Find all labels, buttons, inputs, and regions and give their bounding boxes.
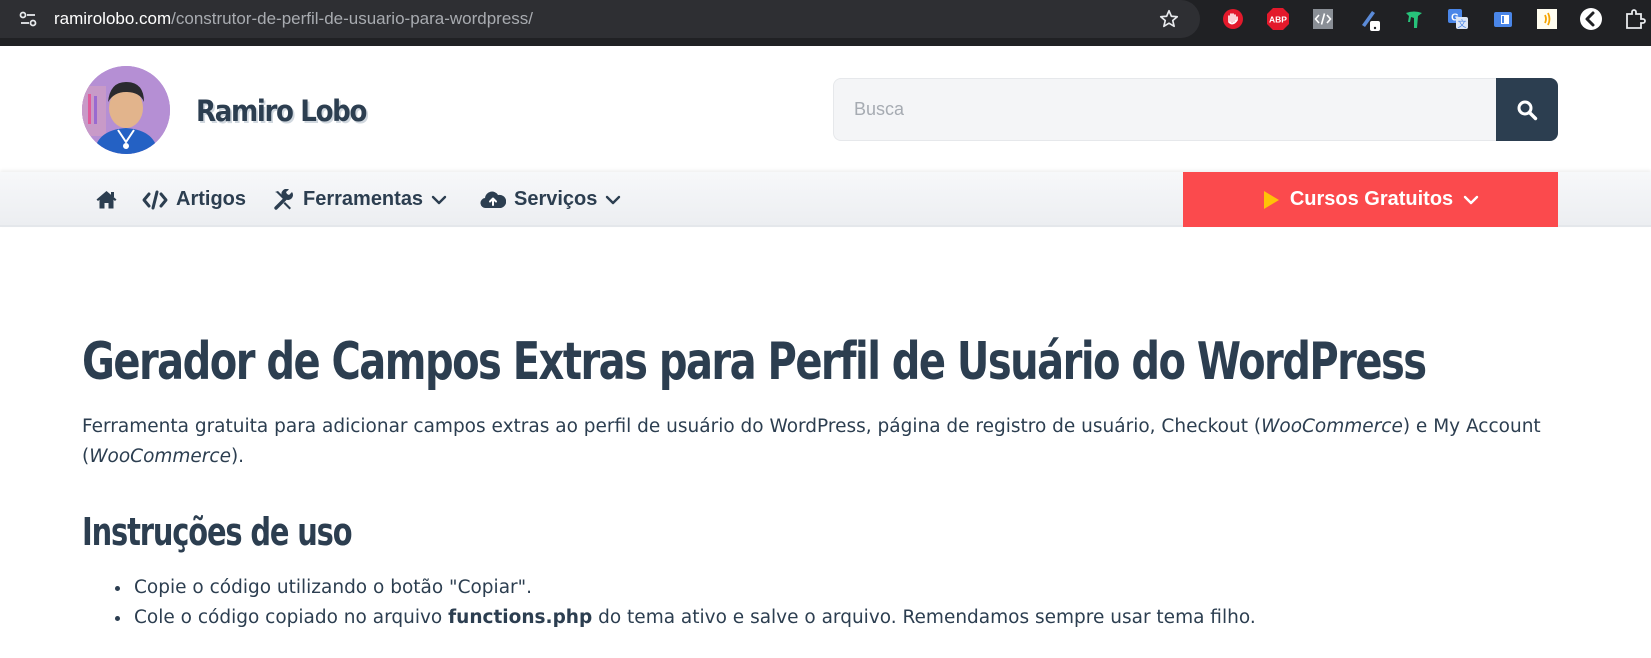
play-icon	[1263, 190, 1279, 209]
filename: functions.php	[448, 607, 593, 628]
nav-item-artigos[interactable]: Artigos	[142, 172, 246, 227]
browser-toolbar: ramirolobo.com/construtor-de-perfil-de-u…	[0, 0, 1651, 46]
cursos-gratuitos-button[interactable]: Cursos Gratuitos	[1183, 172, 1558, 227]
chevron-down-icon	[1463, 195, 1479, 204]
home-icon	[96, 191, 117, 209]
code-icon[interactable]	[1311, 7, 1335, 31]
cloud-upload-icon	[480, 191, 506, 208]
nav-item-label: Serviços	[514, 188, 598, 210]
step-text: do tema ativo e salve o arquivo. Remenda…	[592, 607, 1256, 628]
svg-text:文: 文	[1457, 18, 1466, 30]
site-info-icon[interactable]	[18, 9, 38, 29]
address-bar[interactable]: ramirolobo.com/construtor-de-perfil-de-u…	[0, 0, 1200, 38]
instructions-list: Copie o código utilizando o botão "Copia…	[132, 573, 1256, 633]
translate-icon[interactable]: G文	[1446, 7, 1470, 31]
search-icon	[1517, 100, 1538, 120]
intro-emphasis: WooCommerce	[89, 446, 231, 467]
pen-icon[interactable]	[1358, 7, 1382, 31]
chevron-down-icon	[606, 195, 621, 204]
nav-item-servicos[interactable]: Serviços	[480, 172, 621, 227]
avatar[interactable]	[82, 66, 170, 154]
abp-icon[interactable]: ABP	[1266, 7, 1290, 31]
nav-item-label: Artigos	[176, 188, 246, 210]
search-button[interactable]	[1496, 78, 1558, 141]
nav-item-ferramentas[interactable]: Ferramentas	[273, 172, 447, 227]
code-icon	[142, 190, 168, 209]
clipboard-icon[interactable]	[1491, 7, 1515, 31]
intro-emphasis: WooCommerce	[1261, 416, 1403, 437]
puzzle-icon[interactable]	[1623, 7, 1647, 31]
nav-home[interactable]	[95, 172, 118, 227]
page-title: Gerador de Campos Extras para Perfil de …	[82, 332, 1427, 392]
main-nav: Artigos Ferramentas Serviços Cursos Grat…	[0, 172, 1651, 227]
section-title-instrucoes: Instruções de uso	[82, 510, 353, 554]
step-text: Copie o código utilizando o botão "Copia…	[134, 577, 533, 598]
url-host: ramirolobo.com	[54, 9, 172, 28]
intro-text: Ferramenta gratuita para adicionar campo…	[82, 416, 1262, 437]
url-text[interactable]: ramirolobo.com/construtor-de-perfil-de-u…	[54, 9, 533, 29]
search-input[interactable]	[833, 78, 1496, 141]
figure-icon[interactable]	[1402, 7, 1426, 31]
site-title[interactable]: Ramiro Lobo	[196, 94, 367, 128]
tools-icon	[274, 188, 293, 210]
url-path: /construtor-de-perfil-de-usuario-para-wo…	[171, 9, 534, 28]
adblock-icon[interactable]	[1221, 7, 1245, 31]
cta-label: Cursos Gratuitos	[1289, 188, 1454, 210]
intro-text: ).	[230, 446, 245, 467]
step-text: Cole o código copiado no arquivo	[134, 607, 449, 628]
chevron-down-icon	[431, 195, 447, 204]
list-item: Copie o código utilizando o botão "Copia…	[132, 573, 1256, 603]
intro-paragraph: Ferramenta gratuita para adicionar campo…	[82, 412, 1552, 472]
audio-icon[interactable]	[1535, 7, 1559, 31]
back-icon[interactable]	[1579, 7, 1603, 31]
bookmark-star-icon[interactable]	[1158, 8, 1180, 30]
list-item: Cole o código copiado no arquivo functio…	[132, 603, 1256, 633]
site-header: Ramiro Lobo	[0, 46, 1651, 172]
svg-text:ABP: ABP	[1269, 15, 1287, 25]
nav-item-label: Ferramentas	[303, 188, 424, 210]
